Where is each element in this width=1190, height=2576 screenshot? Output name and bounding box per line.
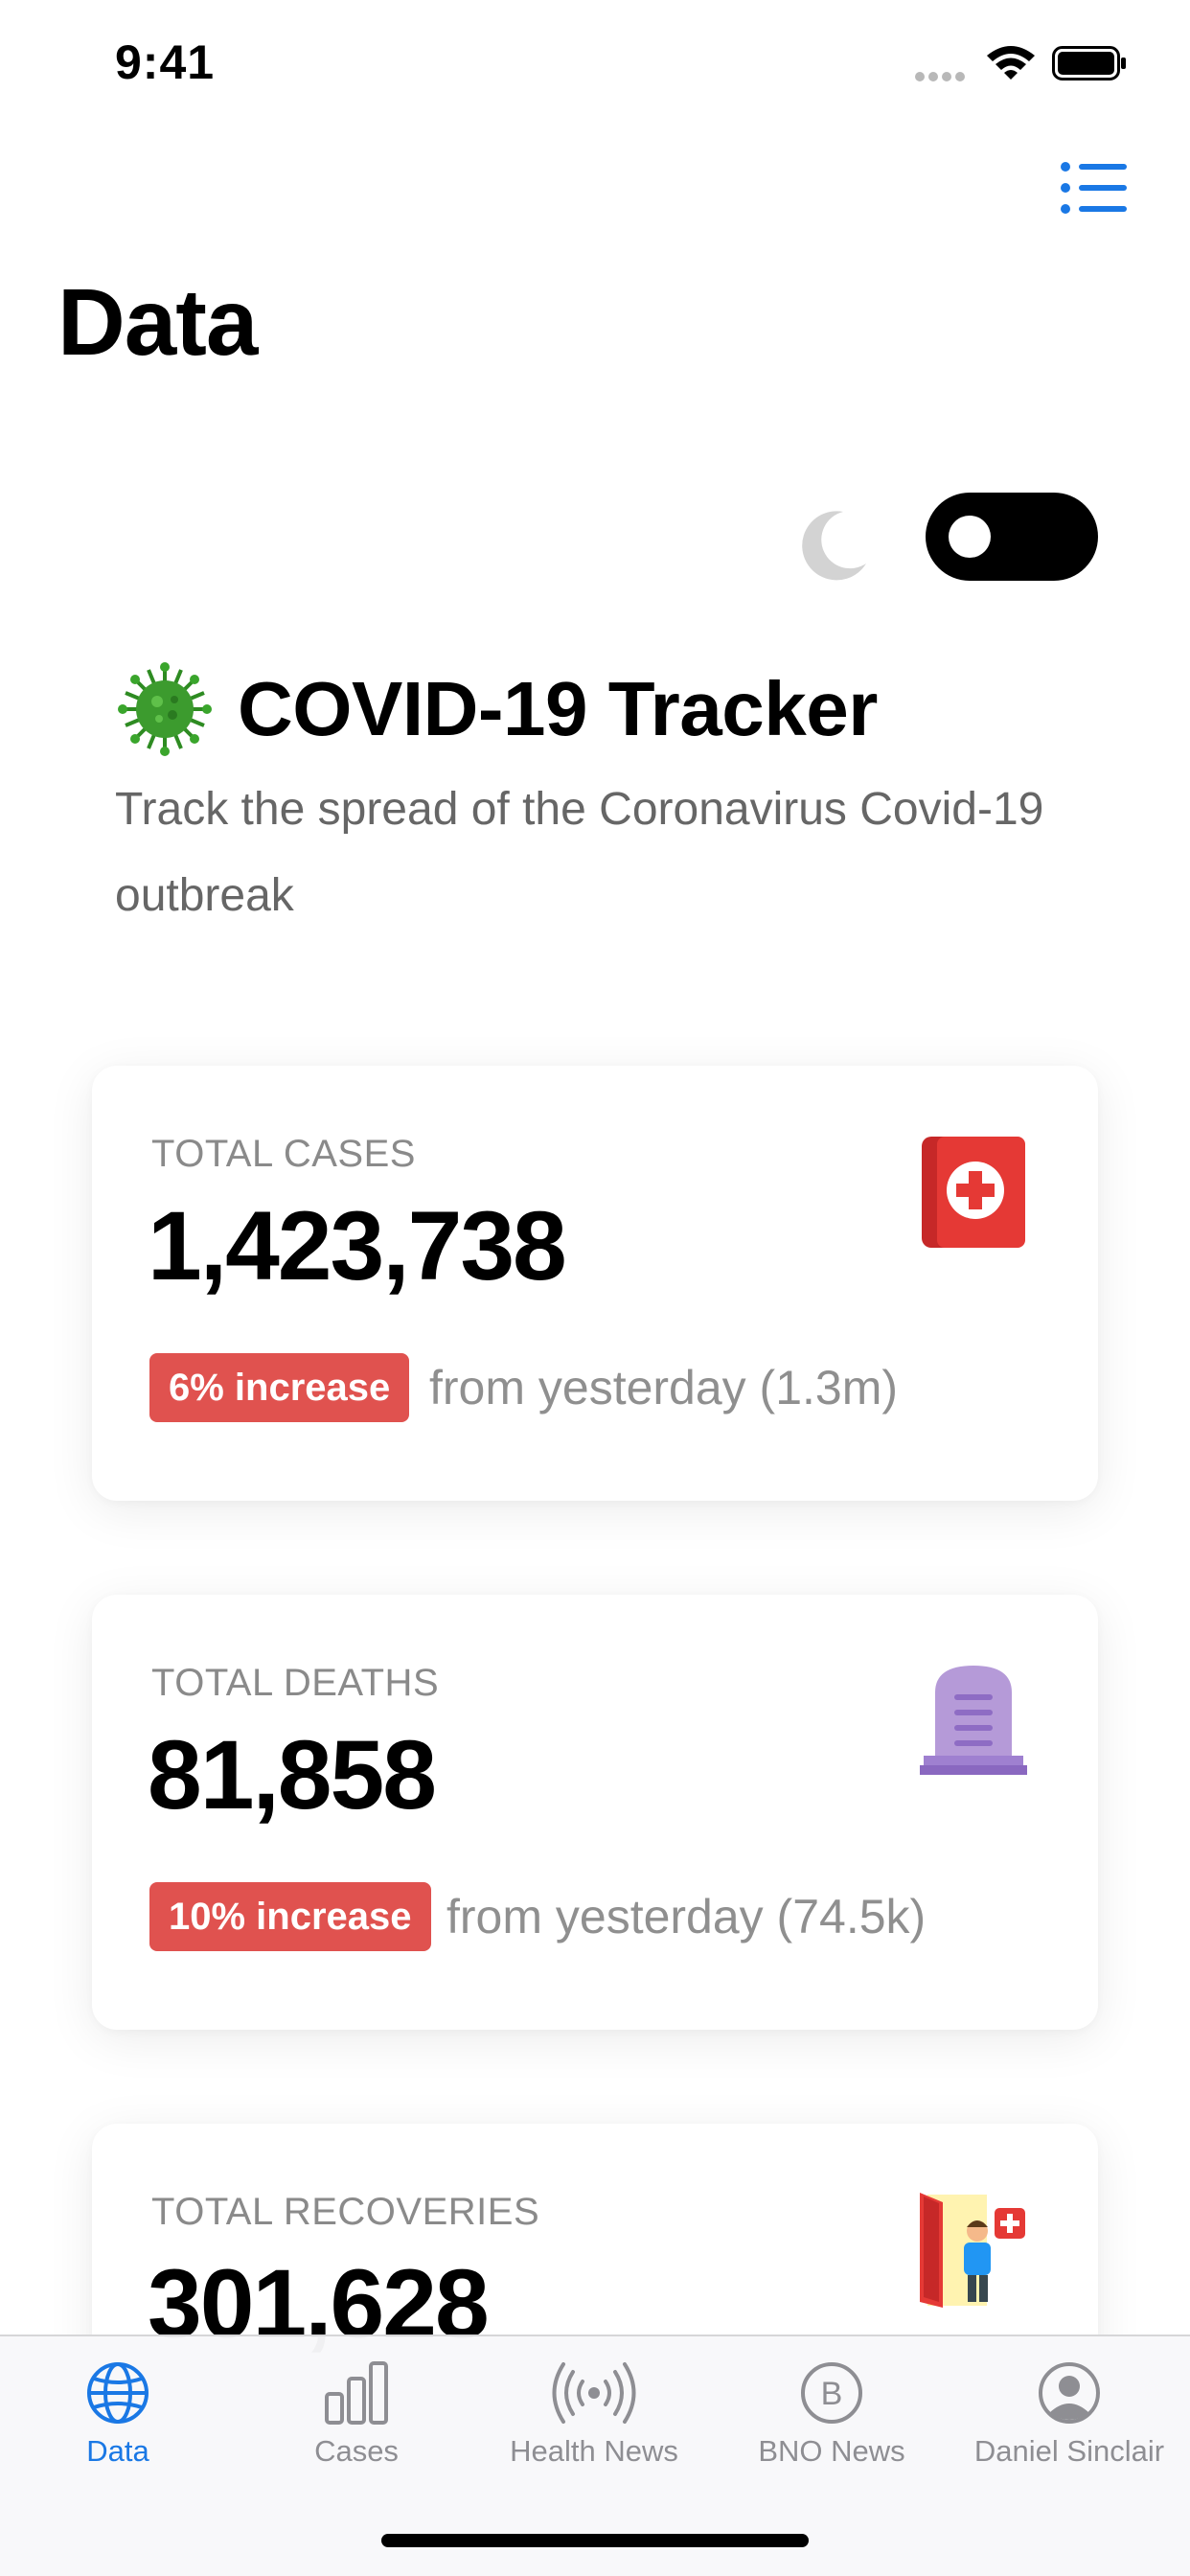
tab-label: BNO News bbox=[758, 2434, 905, 2468]
page-title: Data bbox=[57, 269, 258, 375]
tab-bno-news[interactable]: B BNO News bbox=[717, 2359, 947, 2503]
bar-chart-icon bbox=[325, 2361, 388, 2425]
first-aid-kit-icon bbox=[922, 1137, 1025, 1248]
tracker-title: COVID-19 Tracker bbox=[238, 666, 878, 751]
dark-mode-toggle[interactable] bbox=[926, 493, 1098, 581]
hospital-exit-icon bbox=[920, 2193, 1025, 2308]
card-label: TOTAL CASES bbox=[151, 1133, 416, 1175]
svg-text:B: B bbox=[821, 2376, 843, 2412]
card-delta: from yesterday (74.5k) bbox=[446, 1890, 927, 1944]
card-delta: from yesterday (1.3m) bbox=[429, 1361, 899, 1414]
increase-badge: 6% increase bbox=[149, 1353, 410, 1422]
globe-icon bbox=[87, 2362, 149, 2424]
tab-label: Daniel Sinclair bbox=[973, 2434, 1165, 2468]
card-label: TOTAL DEATHS bbox=[151, 1662, 440, 1704]
tab-profile[interactable]: Daniel Sinclair bbox=[954, 2359, 1184, 2503]
total-deaths-card[interactable]: TOTAL DEATHS 81,858 10% increase from ye… bbox=[92, 1595, 1098, 2030]
home-indicator bbox=[381, 2534, 809, 2547]
battery-icon bbox=[1052, 46, 1126, 80]
tab-label: Cases bbox=[314, 2434, 399, 2468]
card-label: TOTAL RECOVERIES bbox=[151, 2191, 540, 2233]
wifi-icon bbox=[987, 46, 1035, 80]
tab-health-news[interactable]: Health News bbox=[479, 2359, 709, 2503]
tab-label: Health News bbox=[510, 2434, 678, 2468]
moon-icon bbox=[802, 511, 866, 581]
b-circle-icon: B bbox=[801, 2362, 862, 2424]
tracker-subtitle: Track the spread of the Coronavirus Covi… bbox=[115, 784, 1044, 921]
status-bar: 9:41 bbox=[0, 0, 1190, 126]
total-cases-card[interactable]: TOTAL CASES 1,423,738 6% increase from y… bbox=[92, 1066, 1098, 1501]
status-time: 9:41 bbox=[115, 35, 216, 89]
increase-badge: 10% increase bbox=[149, 1882, 431, 1951]
tab-cases[interactable]: Cases bbox=[241, 2359, 471, 2503]
card-value: 81,858 bbox=[148, 1720, 437, 1829]
tab-data[interactable]: Data bbox=[3, 2359, 233, 2503]
tracker-header: COVID-19 Tracker bbox=[117, 661, 1075, 757]
person-circle-icon bbox=[1039, 2362, 1100, 2424]
virus-icon bbox=[118, 662, 212, 756]
card-value: 1,423,738 bbox=[148, 1191, 567, 1300]
toggle-knob bbox=[949, 516, 991, 558]
list-menu-button[interactable] bbox=[1060, 161, 1129, 215]
tombstone-icon bbox=[920, 1666, 1027, 1775]
broadcast-icon bbox=[552, 2362, 636, 2424]
cellular-signal-icon bbox=[915, 69, 971, 81]
tab-label: Data bbox=[86, 2434, 149, 2468]
